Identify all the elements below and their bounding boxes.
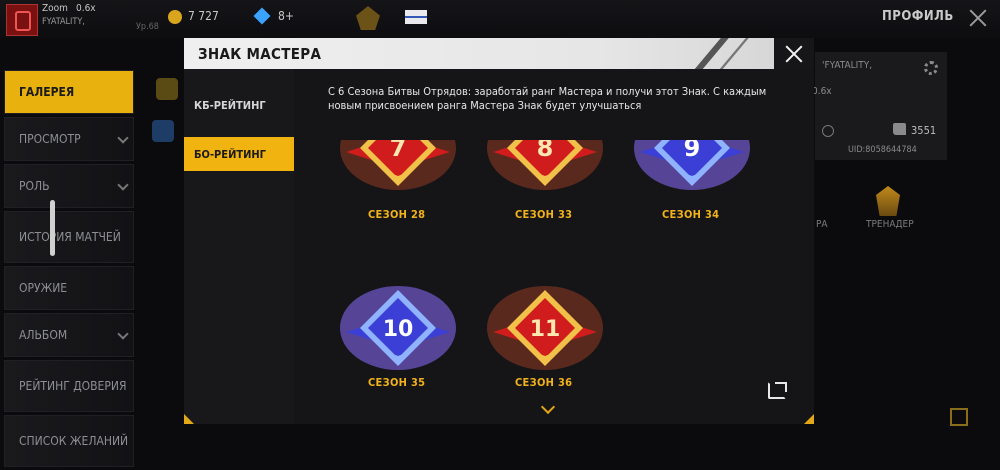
badge-emblem-icon: 10 (340, 286, 456, 370)
sidebar-item[interactable]: ОРУЖИЕ (4, 266, 134, 310)
sidebar-item-label: АЛЬБОМ (19, 328, 68, 342)
chevron-down-icon (117, 132, 129, 144)
badge-number: 7 (390, 140, 407, 162)
diamond-balance[interactable]: 8+ (278, 9, 294, 23)
like-count: 3551 (911, 124, 937, 137)
sidebar-item-label: ИСТОРИЯ МАТЧЕЙ (19, 230, 121, 244)
master-badge[interactable]: 8 (485, 140, 605, 195)
emblem-icon (152, 120, 174, 142)
role-label-fragment: РА (816, 219, 828, 230)
profile-sidebar: ГАЛЕРЕЯ ПРОСМОТР РОЛЬ ИСТОРИЯ МАТЧЕЙ ОРУЖИЕ А… (4, 70, 134, 470)
profile-card-name: 'FYATALITY, (822, 60, 873, 71)
edit-icon[interactable] (950, 408, 968, 426)
sidebar-item[interactable]: ГАЛЕРЕЯ (4, 70, 134, 114)
sidebar-item-label: ОРУЖИЕ (19, 281, 68, 295)
close-profile-icon[interactable] (968, 8, 988, 28)
sidebar-item[interactable]: АЛЬБОМ (4, 313, 134, 357)
uid-label[interactable]: UID:8058644784 (848, 145, 917, 155)
tab-kb-rating[interactable]: КБ-РЕЙТИНГ (184, 88, 294, 122)
sidebar-item[interactable]: СПИСОК ЖЕЛАНИЙ (4, 415, 134, 467)
trainer-role-label: ТРЕНАДЕР (866, 219, 914, 230)
sidebar-item[interactable]: РОЛЬ (4, 164, 134, 208)
trainer-role-icon[interactable] (876, 186, 900, 216)
modal-tab-column (184, 69, 294, 424)
chevron-down-icon (117, 328, 129, 340)
badge-season-label: СЕЗОН 34 (662, 208, 720, 221)
region-flag-icon (405, 10, 427, 24)
badge-season-label: СЕЗОН 28 (368, 208, 426, 221)
modal-title: ЗНАК МАСТЕРА (198, 45, 322, 63)
top-bar (0, 0, 1000, 38)
player-avatar[interactable] (6, 4, 38, 36)
page-title: ПРОФИЛЬ (882, 9, 954, 24)
badge-emblem-icon: 11 (487, 286, 603, 370)
sidebar-item[interactable]: ПРОСМОТР (4, 117, 134, 161)
player-clan: FYATALITY, (42, 17, 85, 27)
badge-number: 10 (383, 317, 414, 342)
player-level: Ур.68 (136, 22, 159, 32)
master-badge[interactable]: 10 (338, 270, 458, 375)
share-icon[interactable] (768, 382, 787, 399)
chevron-down-icon (117, 179, 129, 191)
badge-season-label: СЕЗОН 35 (368, 376, 426, 389)
sidebar-item-label: РЕЙТИНГ ДОВЕРИЯ (19, 379, 127, 393)
badge-season-label: СЕЗОН 36 (515, 376, 573, 389)
badge-emblem-icon: 9 (634, 140, 750, 190)
sidebar-item-label: СПИСОК ЖЕЛАНИЙ (19, 434, 129, 448)
player-name: Zoom (42, 3, 68, 14)
thumbs-up-icon[interactable] (893, 123, 906, 135)
coin-balance: 7 727 (188, 9, 219, 23)
rank-icon (156, 78, 178, 100)
master-badge[interactable]: 9 (632, 140, 752, 195)
badge-description: С 6 Сезона Битвы Отрядов: заработай ранг… (328, 85, 767, 112)
player-zoom: 0.6x (76, 3, 96, 14)
badge-emblem-icon: 8 (487, 140, 603, 190)
master-badge[interactable]: 11 (485, 270, 605, 375)
coin-outline-icon (822, 125, 834, 137)
profile-card-zoom: 0.6x (812, 86, 832, 97)
scrollbar[interactable] (50, 200, 55, 256)
master-badge[interactable]: 7 (338, 140, 458, 195)
close-modal-button[interactable] (774, 38, 814, 69)
badge-season-label: СЕЗОН 33 (515, 208, 573, 221)
badge-number: 11 (530, 317, 561, 342)
coin-icon (168, 10, 182, 24)
badge-number: 8 (537, 140, 554, 162)
sidebar-item[interactable]: ИСТОРИЯ МАТЧЕЙ (4, 211, 134, 263)
corner-accent (184, 414, 194, 424)
sidebar-item-label: ГАЛЕРЕЯ (19, 85, 75, 99)
sidebar-item-label: РОЛЬ (19, 179, 50, 193)
corner-accent (804, 414, 814, 424)
tab-bo-rating[interactable]: БО-РЕЙТИНГ (184, 137, 294, 171)
sidebar-item-label: ПРОСМОТР (19, 132, 81, 146)
badge-number: 9 (684, 140, 701, 162)
settings-gear-icon[interactable] (924, 61, 938, 75)
sidebar-item[interactable]: РЕЙТИНГ ДОВЕРИЯ (4, 360, 134, 412)
badge-emblem-icon: 7 (340, 140, 456, 190)
